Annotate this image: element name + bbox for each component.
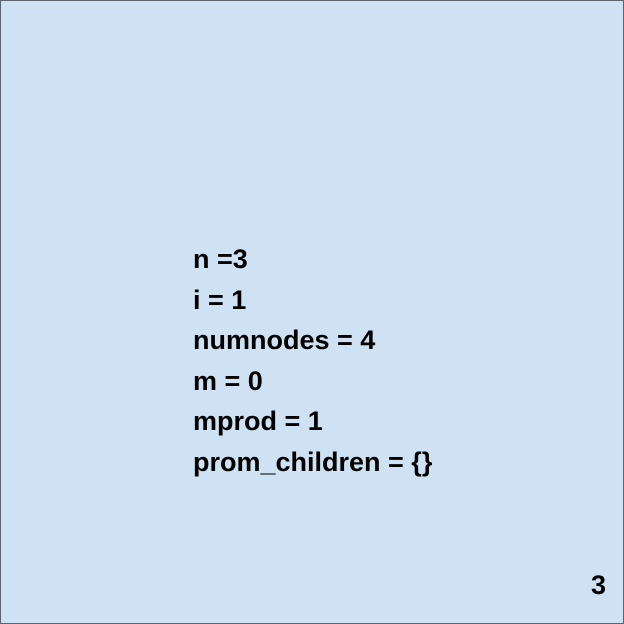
slide: n =3 i = 1 numnodes = 4 m = 0 mprod = 1 …	[0, 0, 624, 624]
variable-line-prom-children: prom_children = {}	[193, 446, 433, 477]
variable-list: n =3 i = 1 numnodes = 4 m = 0 mprod = 1 …	[193, 239, 432, 482]
variable-line-m: m = 0	[193, 365, 263, 396]
variable-line-n: n =3	[193, 244, 248, 274]
variable-line-numnodes: numnodes = 4	[193, 325, 376, 355]
variable-line-mprod: mprod = 1	[193, 406, 323, 436]
page-number: 3	[590, 570, 606, 600]
variable-line-i: i = 1	[193, 284, 247, 315]
